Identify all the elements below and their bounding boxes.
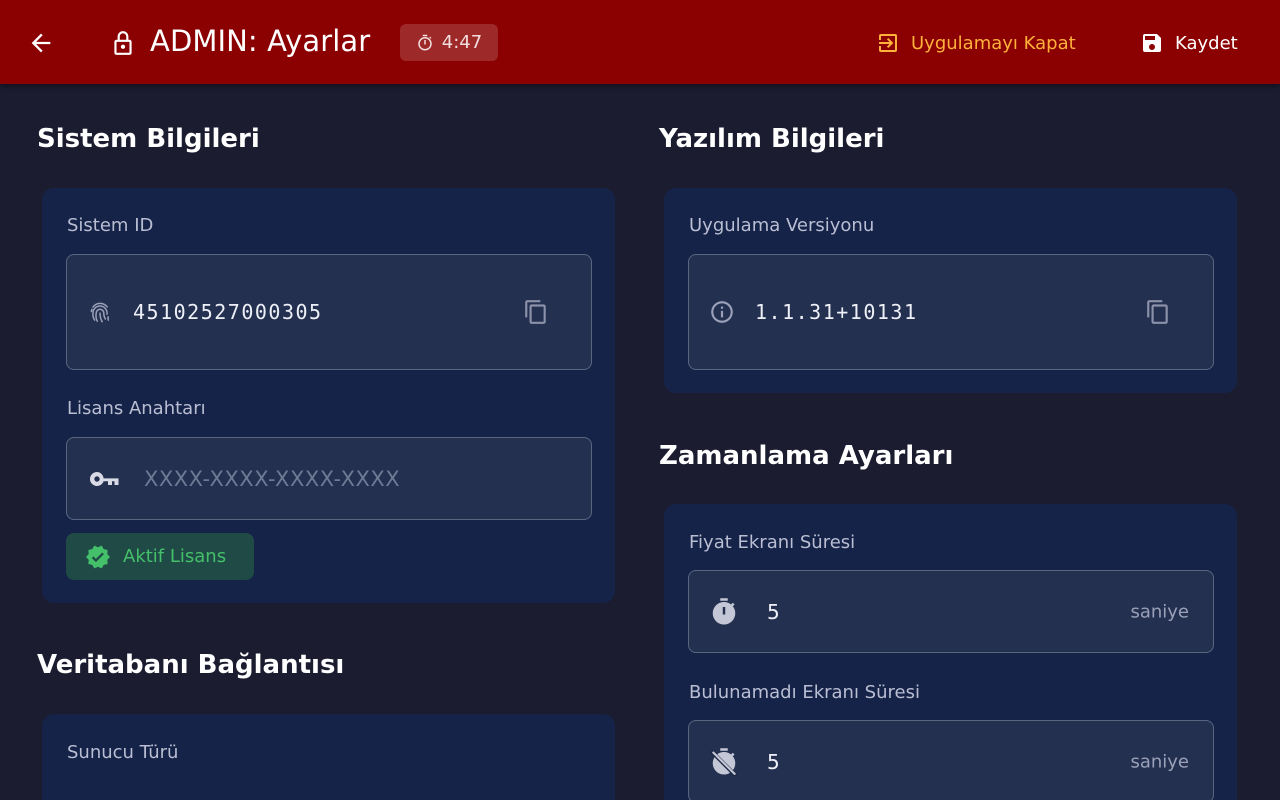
software-info-title: Yazılım Bilgileri <box>659 124 885 154</box>
timer-icon <box>416 34 434 52</box>
license-key-label: Lisans Anahtarı <box>67 398 206 419</box>
price-screen-duration-unit: saniye <box>1130 601 1189 622</box>
system-id-label: Sistem ID <box>67 215 154 236</box>
system-id-field[interactable]: 45102527000305 <box>66 254 592 370</box>
copy-icon[interactable] <box>523 299 549 325</box>
save-button[interactable]: Kaydet <box>1140 24 1238 62</box>
price-screen-duration-input[interactable]: 5 saniye <box>688 570 1214 653</box>
license-status-badge: Aktif Lisans <box>66 533 254 580</box>
verified-icon <box>85 544 111 570</box>
timer-icon <box>709 597 739 627</box>
copy-icon[interactable] <box>1145 299 1171 325</box>
database-title: Veritabanı Bağlantısı <box>37 650 345 680</box>
save-label: Kaydet <box>1175 32 1238 54</box>
not-found-duration-input[interactable]: 5 saniye <box>688 720 1214 800</box>
back-button[interactable] <box>24 26 58 60</box>
save-icon <box>1140 31 1164 55</box>
key-icon <box>87 468 121 490</box>
timer-value: 4:47 <box>441 32 483 53</box>
info-icon <box>709 299 735 325</box>
app-version-field[interactable]: 1.1.31+10131 <box>688 254 1214 370</box>
arrow-left-icon <box>27 29 55 57</box>
page-title: ADMIN: Ayarlar <box>150 24 371 58</box>
timer-off-icon <box>709 747 739 777</box>
app-bar: ADMIN: Ayarlar 4:47 Uygulamayı Kapat Kay… <box>0 0 1280 84</box>
fingerprint-icon <box>87 299 113 325</box>
close-app-button[interactable]: Uygulamayı Kapat <box>876 24 1076 62</box>
lock-icon <box>110 29 136 57</box>
not-found-duration-unit: saniye <box>1130 751 1189 772</box>
timing-settings-title: Zamanlama Ayarları <box>659 441 954 471</box>
license-key-field[interactable]: XXXX-XXXX-XXXX-XXXX <box>66 437 592 520</box>
close-app-label: Uygulamayı Kapat <box>911 32 1076 54</box>
not-found-duration-label: Bulunamadı Ekranı Süresi <box>689 682 920 703</box>
exit-icon <box>876 31 900 55</box>
server-type-label: Sunucu Türü <box>67 742 179 763</box>
price-screen-duration-value: 5 <box>767 599 780 624</box>
not-found-duration-value: 5 <box>767 749 780 774</box>
price-screen-duration-label: Fiyat Ekranı Süresi <box>689 532 856 553</box>
system-id-value: 45102527000305 <box>133 300 323 324</box>
app-version-label: Uygulama Versiyonu <box>689 215 875 236</box>
session-timer-badge: 4:47 <box>400 24 498 61</box>
system-info-title: Sistem Bilgileri <box>37 124 260 154</box>
license-key-placeholder: XXXX-XXXX-XXXX-XXXX <box>144 466 401 491</box>
app-version-value: 1.1.31+10131 <box>755 300 918 324</box>
license-status-label: Aktif Lisans <box>123 546 227 567</box>
